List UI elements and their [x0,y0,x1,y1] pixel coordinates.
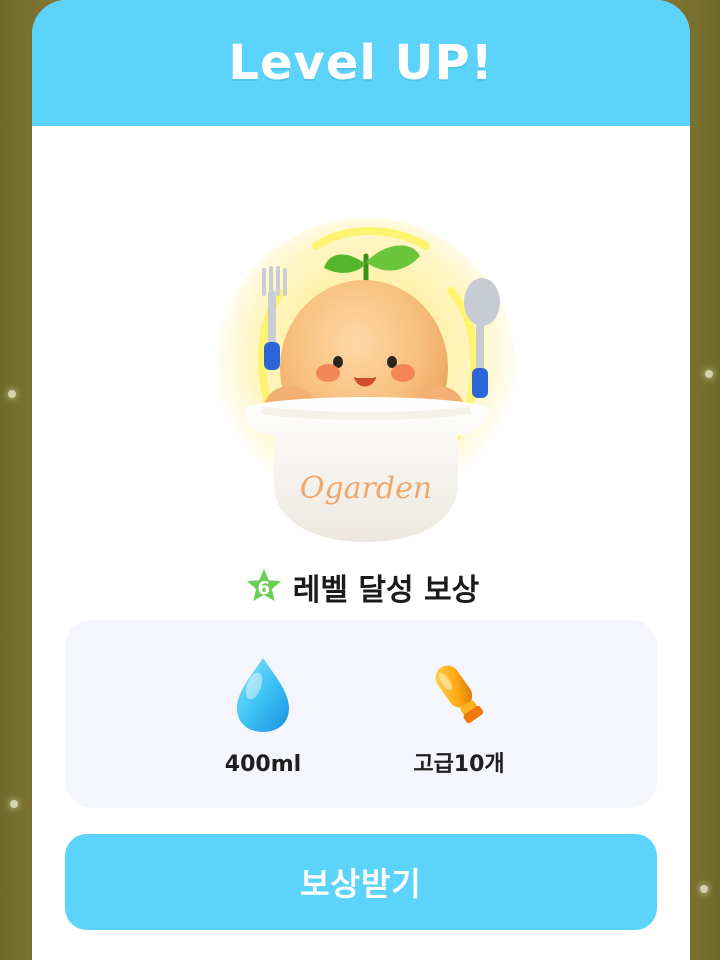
mascot-cheek-left [316,364,340,382]
reward-panel: 400ml 고급10개 [65,620,657,808]
reward-water-label: 400ml [224,752,302,777]
level-number: 6 [257,577,271,599]
background-sparkle [10,800,18,808]
mascot-illustration: Ogarden [216,218,516,542]
modal-title: Level UP! [228,35,494,91]
claim-reward-button[interactable]: 보상받기 [65,834,657,930]
reward-item-fertilizer: 고급10개 [399,652,519,776]
bowl: Ogarden [245,397,489,542]
fertilizer-bottle-icon [417,652,501,736]
reward-fertilizer-label: 고급10개 [413,752,505,777]
background-sparkle [705,370,713,378]
level-reward-title: 6 레벨 달성 보상 [32,563,690,611]
hero-character: Ogarden [206,198,526,558]
mascot-cheek-right [391,364,415,382]
background-sparkle [700,885,708,893]
bowl-brand-text: Ogarden [300,471,432,506]
level-star-badge: 6 [243,566,285,608]
level-up-modal: Level UP! Ogarden 6 레벨 달성 보상 400ml 고급10개… [32,0,690,960]
background-sparkle [8,390,16,398]
level-reward-label: 레벨 달성 보상 [292,573,480,608]
reward-item-water: 400ml [203,652,323,776]
water-drop-icon [221,652,305,736]
modal-header: Level UP! [32,0,690,126]
